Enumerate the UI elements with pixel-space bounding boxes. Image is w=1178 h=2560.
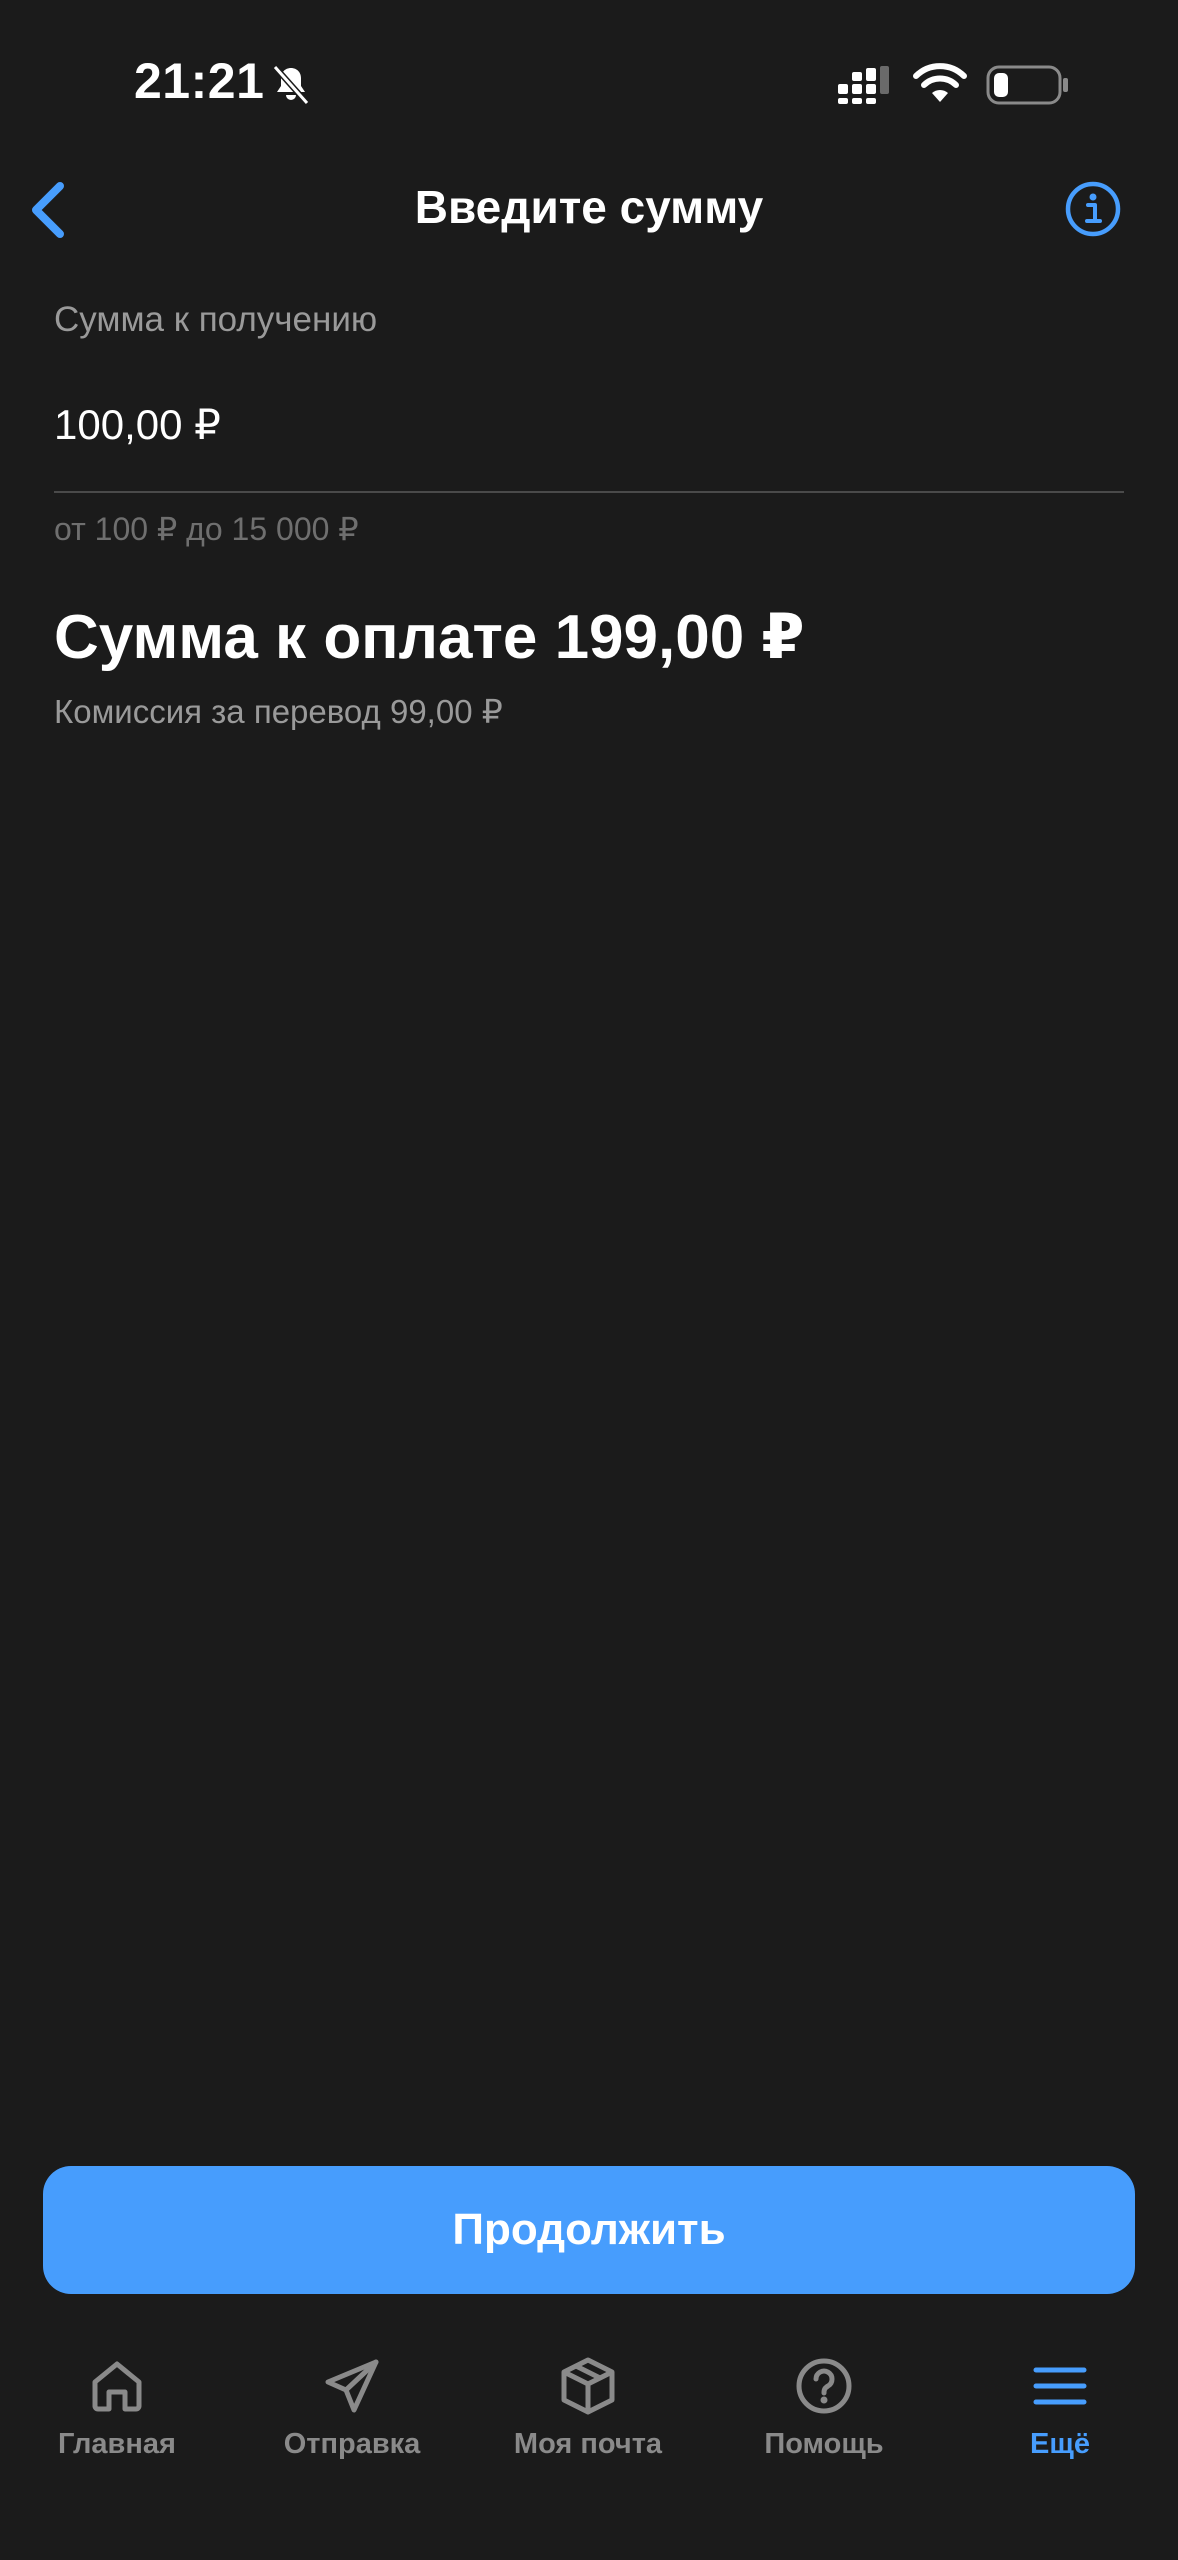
info-button[interactable]	[1064, 180, 1122, 238]
tab-label: Отправка	[283, 2428, 421, 2460]
tab-more[interactable]: Ещё	[960, 2340, 1160, 2470]
status-bar: 21:21	[0, 0, 1178, 150]
receive-amount-label: Сумма к получению	[54, 300, 378, 339]
page-title: Введите сумму	[414, 181, 764, 233]
menu-icon	[1033, 2367, 1087, 2405]
battery-icon	[986, 65, 1068, 105]
receive-amount-input[interactable]	[54, 384, 1124, 464]
tab-label: Главная	[58, 2428, 176, 2460]
tab-bar: Главная Отправка Моя почта Помощь Ещё	[0, 2340, 1178, 2480]
total-to-pay: Сумма к оплате 199,00 ₽	[54, 603, 805, 672]
wifi-icon	[913, 63, 967, 102]
amount-range-hint: от 100 ₽ до 15 000 ₽	[54, 511, 359, 547]
signal-icon	[838, 66, 889, 104]
tab-label: Моя почта	[513, 2428, 663, 2460]
status-time: 21:21	[134, 53, 265, 109]
tab-label: Помощь	[764, 2428, 884, 2460]
info-icon	[1065, 181, 1121, 237]
screen: 21:21 Введите сумму Сумма к получению 10…	[0, 0, 1178, 2560]
tab-help[interactable]: Помощь	[724, 2340, 924, 2470]
tab-my-mail[interactable]: Моя почта	[488, 2340, 688, 2470]
package-icon	[561, 2357, 615, 2415]
bell-slash-icon	[272, 65, 310, 105]
question-circle-icon	[796, 2358, 852, 2414]
home-icon	[92, 2361, 142, 2412]
paper-plane-icon	[325, 2359, 379, 2413]
continue-button[interactable]: Продолжить	[43, 2166, 1135, 2294]
nav-header: Введите сумму	[0, 160, 1178, 260]
tab-label: Ещё	[1030, 2428, 1090, 2460]
transfer-commission: Комиссия за перевод 99,00 ₽	[54, 693, 503, 730]
tab-home[interactable]: Главная	[17, 2340, 217, 2470]
tab-send[interactable]: Отправка	[252, 2340, 452, 2470]
input-underline	[54, 491, 1124, 493]
